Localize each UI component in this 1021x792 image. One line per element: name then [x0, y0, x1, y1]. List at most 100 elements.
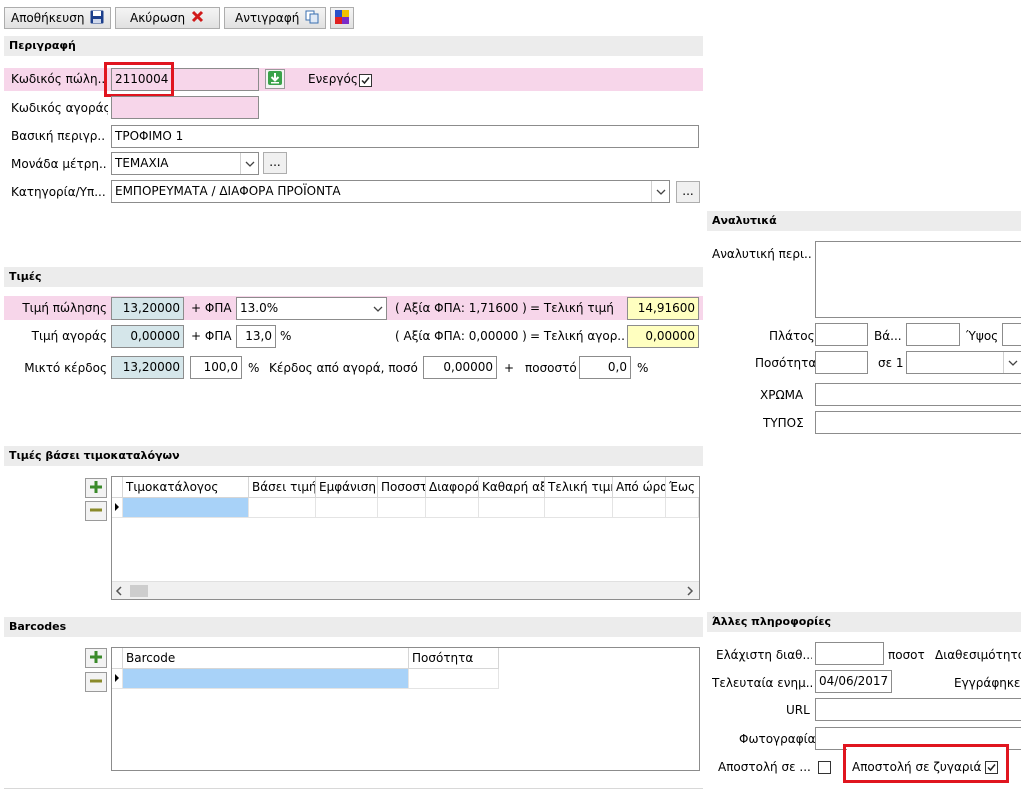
purchase-vat-amount: ( Αξία ΦΠΑ: 0,00000 ) [395, 329, 527, 343]
url-label: URL [786, 703, 810, 717]
column-header[interactable]: Καθαρή αξ [479, 477, 545, 498]
category-value: ΕΜΠΟΡΕΥΜΑΤΑ / ΔΙΑΦΟΡΑ ΠΡΟΪΟΝΤΑ [115, 184, 341, 198]
detailed-description-input[interactable] [815, 241, 1021, 318]
column-header[interactable]: Ποσότητα [409, 648, 499, 669]
send-to-label: Αποστολή σε ... [718, 760, 811, 774]
gross-profit-pct-input[interactable]: 100,0 [190, 356, 242, 379]
add-barcode-button[interactable] [85, 648, 107, 668]
width-label: Πλάτος [769, 329, 815, 343]
sale-vat-label: + ΦΠΑ [191, 301, 232, 315]
quantity-input[interactable] [815, 351, 868, 374]
gross-profit-input[interactable]: 13,20000 [111, 356, 184, 379]
purchase-code-label: Κωδικός αγοράς [11, 101, 108, 115]
grid-cell-selected[interactable] [123, 669, 409, 689]
sale-vat-value: 13.0% [240, 301, 279, 315]
grid-cell[interactable] [666, 498, 699, 518]
save-button[interactable]: Αποθήκευση [4, 7, 111, 29]
basic-description-label: Βασική περιγρ... [11, 129, 106, 143]
purchase-code-input[interactable] [111, 96, 259, 119]
copy-label: Αντιγραφή [235, 11, 300, 25]
column-header[interactable]: Τιμοκατάλογος [123, 477, 249, 498]
grid-cell[interactable] [479, 498, 545, 518]
gross-profit-label: Μικτό κέρδος [24, 361, 107, 375]
active-label: Ενεργός [308, 72, 358, 86]
horizontal-scrollbar[interactable] [112, 581, 699, 599]
chevron-down-icon[interactable] [1003, 352, 1021, 373]
grid-cell[interactable] [316, 498, 378, 518]
category-select[interactable]: ΕΜΠΟΡΕΥΜΑΤΑ / ΔΙΑΦΟΡΑ ΠΡΟΪΟΝΤΑ [111, 180, 670, 203]
profit-amount-input[interactable]: 0,00000 [423, 356, 497, 379]
url-input[interactable] [815, 698, 1021, 721]
height-input[interactable] [1002, 323, 1021, 346]
profit-pct-input[interactable]: 0,0 [579, 356, 631, 379]
column-header[interactable]: Τελική τιμή [545, 477, 613, 498]
minus-icon [89, 503, 103, 520]
colors-button[interactable] [330, 7, 354, 29]
quantity-label: Ποσότητα [755, 356, 817, 370]
scroll-left-icon[interactable] [115, 585, 123, 599]
unit-browse-button[interactable]: ... [263, 152, 287, 174]
in-one-label: σε 1 [878, 356, 904, 370]
profit-pct-label: ποσοστό [525, 361, 577, 375]
purchase-vat-input[interactable]: 13,0 [236, 325, 276, 348]
in-one-select[interactable] [906, 351, 1021, 374]
generate-code-button[interactable] [265, 69, 285, 89]
color-label: ΧΡΩΜΑ [760, 388, 804, 402]
profit-pct-sign: % [637, 361, 649, 375]
final-purchase-input[interactable]: 0,00000 [627, 325, 699, 348]
active-checkbox[interactable] [359, 74, 372, 87]
availability-label: Διαθεσιμότητα [935, 648, 1021, 662]
column-header[interactable]: Διαφορά [426, 477, 479, 498]
grid-cell[interactable] [378, 498, 426, 518]
remove-pricelist-button[interactable] [85, 501, 107, 521]
analytics-header: Αναλυτικά [707, 211, 1021, 231]
weight-input[interactable] [906, 323, 960, 346]
column-header[interactable]: Από ώρα [613, 477, 666, 498]
row-indicator-icon [112, 669, 123, 689]
grid-cell-selected[interactable] [123, 498, 249, 518]
category-browse-button[interactable]: ... [676, 181, 700, 203]
final-price-input[interactable]: 14,91600 [627, 297, 699, 320]
barcodes-grid[interactable]: Barcode Ποσότητα [111, 647, 700, 771]
scrollbar-thumb[interactable] [130, 585, 148, 597]
basic-description-input[interactable]: ΤΡΟΦΙΜΟ 1 [111, 125, 699, 148]
chevron-down-icon[interactable] [651, 181, 669, 202]
chevron-down-icon[interactable] [240, 153, 258, 174]
color-input[interactable] [815, 383, 1021, 406]
save-label: Αποθήκευση [11, 11, 85, 25]
pricelists-grid[interactable]: Τιμοκατάλογος Βάσει τιμή Εμφάνιση Ποσοστ… [111, 476, 700, 600]
prices-header: Τιμές [4, 267, 703, 287]
column-header[interactable]: Βάσει τιμή [249, 477, 316, 498]
width-input[interactable] [815, 323, 868, 346]
minus-icon [89, 674, 103, 691]
chevron-down-icon[interactable] [369, 298, 386, 319]
last-update-input[interactable]: 04/06/2017 [815, 670, 892, 693]
column-header[interactable]: Ποσοστ [378, 477, 426, 498]
purchase-price-input[interactable]: 0,00000 [111, 325, 184, 348]
last-update-label: Τελευταία ενημ... [712, 676, 812, 690]
copy-button[interactable]: Αντιγραφή [224, 7, 326, 29]
final-price-label: = Τελική τιμή [530, 301, 614, 315]
add-pricelist-button[interactable] [85, 478, 107, 498]
send-to-checkbox[interactable] [818, 761, 831, 774]
type-input[interactable] [815, 411, 1021, 434]
remove-barcode-button[interactable] [85, 672, 107, 692]
sale-price-label: Τιμή πώλησης [22, 301, 107, 315]
other-info-header: Άλλες πληροφορίες [707, 612, 1021, 632]
column-header[interactable]: Έως [666, 477, 699, 498]
scroll-right-icon[interactable] [686, 585, 694, 599]
cancel-button[interactable]: Ακύρωση [115, 7, 220, 29]
grid-cell[interactable] [613, 498, 666, 518]
unit-select[interactable]: ΤΕΜΑΧΙΑ [111, 152, 259, 175]
sale-price-input[interactable]: 13,20000 [111, 297, 184, 320]
grid-cell[interactable] [249, 498, 316, 518]
plus-sign: + [504, 361, 515, 375]
column-header[interactable]: Barcode [123, 648, 409, 669]
min-availability-input[interactable] [815, 642, 884, 665]
column-header[interactable]: Εμφάνιση [316, 477, 378, 498]
purchase-vat-label: + ΦΠΑ [191, 329, 232, 343]
sale-vat-select[interactable]: 13.0% [236, 297, 387, 320]
grid-cell[interactable] [545, 498, 613, 518]
grid-cell[interactable] [409, 669, 499, 689]
grid-cell[interactable] [426, 498, 479, 518]
